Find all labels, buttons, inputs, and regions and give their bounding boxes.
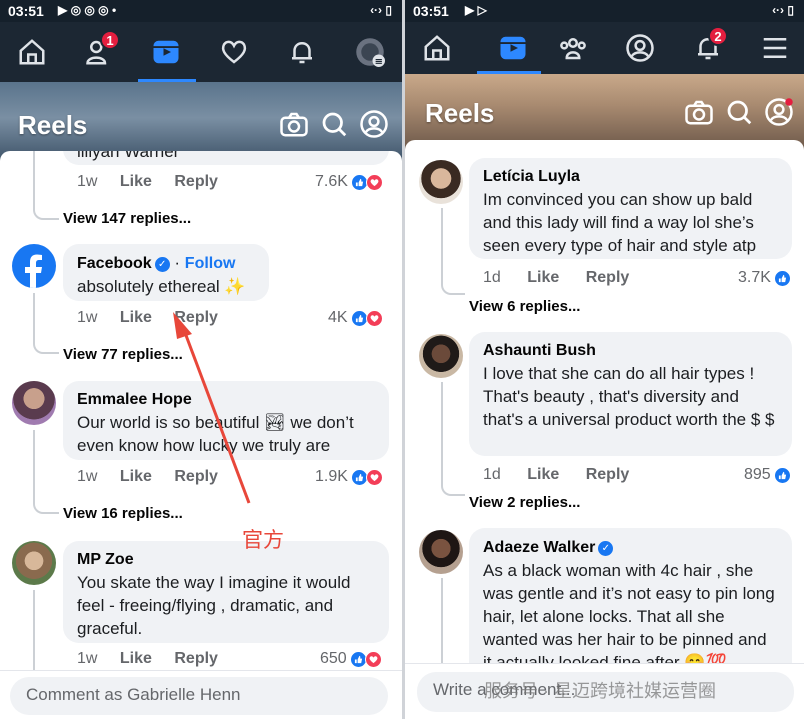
comment-bubble[interactable]: Letícia Luyla Im convinced you can show …	[469, 158, 792, 259]
commenter-name[interactable]: Adaeze Walker	[483, 539, 595, 556]
annotation-arrow	[173, 312, 251, 504]
like-reaction-icon	[773, 269, 791, 287]
reaction-count: 895	[744, 466, 791, 484]
camera-icon[interactable]	[684, 97, 714, 127]
commenter-name[interactable]: Letícia Luyla	[483, 165, 778, 188]
right-screen: 03:51 ▶ ▷ ‹·› ▯ 2 Reels Letícia Luyla Im…	[405, 0, 804, 719]
comment-text: Im convinced you can show up bald and th…	[483, 190, 757, 255]
home-icon[interactable]	[417, 28, 457, 68]
like-reaction-icon	[773, 466, 791, 484]
reply-button[interactable]: Reply	[586, 269, 630, 286]
top-nav: 2	[405, 22, 804, 74]
reply-thread-line	[441, 208, 465, 295]
bell-icon[interactable]: 2	[688, 26, 728, 68]
view-replies-link[interactable]: View 2 replies...	[469, 494, 580, 511]
notifications-badge: 2	[708, 26, 728, 46]
reply-thread-line	[441, 382, 465, 496]
annotation-label: 官方	[242, 529, 284, 552]
search-icon[interactable]	[724, 97, 754, 127]
view-replies-link[interactable]: View 6 replies...	[469, 298, 580, 315]
reaction-number: 895	[744, 466, 771, 483]
left-screen: 03:51 ▶ ◎ ◎ ◎ • ‹·› ▯ 1 Reels llilyah Wa…	[0, 0, 402, 719]
comment-text: I love that she can do all hair types ! …	[483, 364, 775, 429]
reply-button[interactable]: Reply	[586, 466, 630, 483]
avatar[interactable]	[419, 334, 463, 378]
comment-age: 1d	[483, 269, 501, 286]
page-title: Reels	[425, 98, 495, 128]
verified-badge-icon: ✓	[598, 541, 614, 556]
like-button[interactable]: Like	[527, 466, 559, 483]
comment-meta: 1d Like Reply	[483, 466, 629, 484]
status-bar: 03:51 ▶ ▷ ‹·› ▯	[405, 0, 804, 22]
comments-feed: Letícia Luyla Im convinced you can show …	[405, 140, 804, 719]
commenter-name[interactable]: Ashaunti Bush	[483, 339, 778, 362]
comment-age: 1d	[483, 466, 501, 483]
profile-icon[interactable]	[764, 97, 794, 127]
status-time: 03:51	[413, 3, 449, 19]
like-button[interactable]: Like	[527, 269, 559, 286]
avatar[interactable]	[419, 160, 463, 204]
comment-bubble[interactable]: Adaeze Walker ✓ As a black woman with 4c …	[469, 528, 792, 678]
reaction-count: 3.7K	[738, 269, 791, 287]
comment-text: As a black woman with 4c hair , she was …	[483, 561, 775, 672]
notification-icons: ▶ ▷	[465, 3, 487, 17]
reaction-number: 3.7K	[738, 269, 771, 286]
watermark: 服务号 · 星迈跨境社媒运营圈	[484, 681, 716, 701]
comment-meta: 1d Like Reply	[483, 269, 629, 287]
avatar[interactable]	[419, 530, 463, 574]
reels-icon[interactable]	[493, 28, 533, 68]
profile-icon[interactable]	[620, 28, 660, 68]
menu-icon[interactable]	[755, 28, 795, 68]
comment-bubble[interactable]: Ashaunti Bush I love that she can do all…	[469, 332, 792, 456]
groups-icon[interactable]	[553, 28, 593, 68]
battery-icon: ‹·› ▯	[772, 3, 794, 17]
